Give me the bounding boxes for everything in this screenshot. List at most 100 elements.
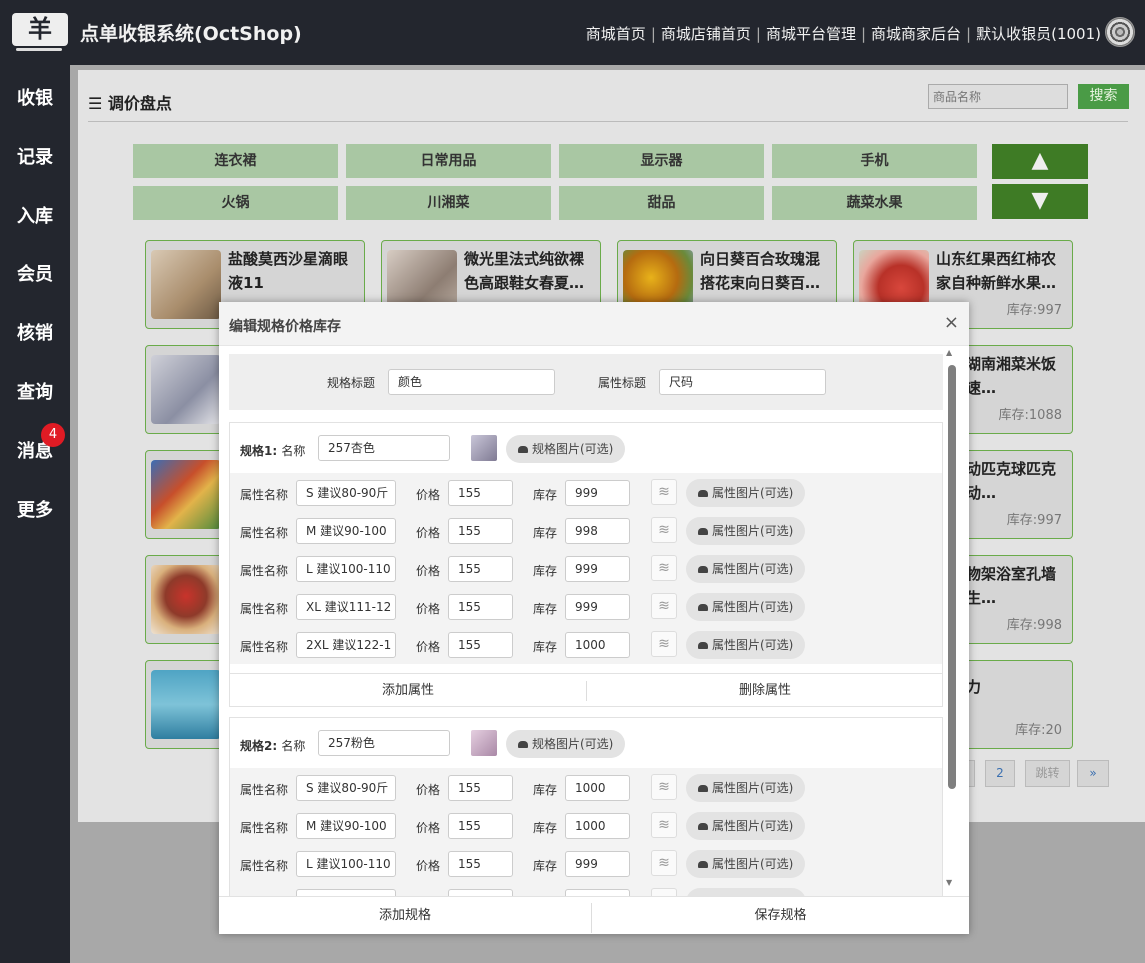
spec-title-input[interactable]: 颜色	[388, 369, 555, 395]
stock-input[interactable]: 999	[565, 594, 630, 620]
top-nav: 商城首页 | 商城店铺首页 | 商城平台管理 | 商城商家后台 | 默认收银员(1001…	[585, 23, 1101, 44]
product-stock: 库存:20	[1015, 723, 1062, 738]
sidebar-item-records[interactable]: 记录	[0, 143, 70, 169]
price-input[interactable]: 155	[448, 518, 513, 544]
sidebar-item-members[interactable]: 会员	[0, 260, 70, 286]
layers-icon[interactable]: ≋	[651, 774, 677, 800]
attr-image-button[interactable]: 属性图片(可选)	[686, 631, 806, 659]
attr-name-input[interactable]: L 建议100-110	[296, 851, 396, 877]
scroll-down-arrow[interactable]: ▼	[946, 878, 952, 887]
spec-1-image-button[interactable]: 规格图片(可选)	[506, 435, 626, 463]
attr-image-button[interactable]: 属性图片(可选)	[686, 517, 806, 545]
category-down-button[interactable]: ▼	[992, 184, 1088, 219]
category-hotpot[interactable]: 火锅	[133, 186, 338, 220]
price-input[interactable]: 155	[448, 813, 513, 839]
layers-icon[interactable]: ≋	[651, 631, 677, 657]
search-button[interactable]: 搜索	[1078, 84, 1129, 109]
price-input[interactable]: 155	[448, 594, 513, 620]
sidebar-item-cashier[interactable]: 收银	[0, 84, 70, 110]
attr-title-input[interactable]: 尺码	[659, 369, 826, 395]
scroll-up-arrow[interactable]: ▲	[946, 348, 952, 357]
avatar[interactable]	[1105, 17, 1135, 47]
category-daily[interactable]: 日常用品	[346, 144, 551, 178]
stock-input[interactable]: 999	[565, 851, 630, 877]
attr-image-button[interactable]: 属性图片(可选)	[686, 812, 806, 840]
stock-input[interactable]: 1000	[565, 632, 630, 658]
attr-image-button[interactable]: 属性图片(可选)	[686, 479, 806, 507]
category-up-button[interactable]: ▲	[992, 144, 1088, 179]
pagination-jump-input[interactable]: 跳转	[1025, 760, 1070, 787]
category-monitor[interactable]: 显示器	[559, 144, 764, 178]
sidebar-item-query[interactable]: 查询	[0, 378, 70, 404]
delete-attr-button[interactable]: 删除属性	[587, 674, 943, 708]
spec-2-image-button[interactable]: 规格图片(可选)	[506, 730, 626, 758]
spec-1-name-input[interactable]: 257杏色	[318, 435, 450, 461]
layers-icon[interactable]	[651, 888, 677, 896]
nav-platform-admin[interactable]: 商城平台管理	[766, 23, 856, 44]
add-spec-button[interactable]: 添加规格	[219, 899, 591, 933]
stock-input[interactable]: 999	[565, 556, 630, 582]
nav-merchant-admin[interactable]: 商城商家后台	[871, 23, 961, 44]
price-input[interactable]: 155	[448, 632, 513, 658]
attr-name-input[interactable]: L 建议100-110	[296, 556, 396, 582]
close-icon[interactable]: ×	[944, 314, 959, 332]
spec-1-image[interactable]	[471, 435, 497, 461]
attr-name-input[interactable]	[296, 889, 396, 896]
product-name: 山东红果西红柿农家自种新鲜水果…	[936, 250, 1057, 292]
product-image	[151, 250, 221, 319]
pagination-page-2[interactable]: 2	[985, 760, 1015, 787]
layers-icon[interactable]: ≋	[651, 812, 677, 838]
stock-input[interactable]: 1000	[565, 813, 630, 839]
price-label: 价格	[416, 526, 441, 540]
stock-input[interactable]: 998	[565, 518, 630, 544]
product-search-input[interactable]	[928, 84, 1068, 109]
layers-icon[interactable]: ≋	[651, 479, 677, 505]
sidebar-item-verify[interactable]: 核销	[0, 319, 70, 345]
price-input[interactable]: 155	[448, 480, 513, 506]
attr-image-button[interactable]: 属性图片(可选)	[686, 555, 806, 583]
category-sichuan[interactable]: 川湘菜	[346, 186, 551, 220]
modal-scrollbar[interactable]	[948, 365, 956, 789]
layers-icon[interactable]: ≋	[651, 850, 677, 876]
price-label: 价格	[416, 602, 441, 616]
price-input[interactable]	[448, 889, 513, 896]
attr-name-input[interactable]: S 建议80-90斤	[296, 775, 396, 801]
attr-image-button[interactable]: 属性图片(可选)	[686, 850, 806, 878]
category-fruit-veg[interactable]: 蔬菜水果	[772, 186, 977, 220]
layers-icon[interactable]: ≋	[651, 555, 677, 581]
stock-input[interactable]: 999	[565, 480, 630, 506]
logo-underline	[16, 48, 62, 51]
category-dress[interactable]: 连衣裙	[133, 144, 338, 178]
category-dessert[interactable]: 甜品	[559, 186, 764, 220]
sidebar-item-more[interactable]: 更多	[0, 496, 70, 522]
nav-mall-home[interactable]: 商城首页	[586, 23, 646, 44]
attr-name-input[interactable]: 2XL 建议122-1	[296, 632, 396, 658]
attr-name-input[interactable]: XL 建议111-12	[296, 594, 396, 620]
message-badge: 4	[41, 423, 65, 447]
logo[interactable]: 羊	[12, 13, 68, 46]
price-input[interactable]: 155	[448, 556, 513, 582]
category-phone[interactable]: 手机	[772, 144, 977, 178]
attr-image-button[interactable]	[686, 888, 806, 896]
price-input[interactable]: 155	[448, 851, 513, 877]
sidebar-item-stock-in[interactable]: 入库	[0, 202, 70, 228]
save-spec-button[interactable]: 保存规格	[592, 899, 969, 933]
attr-image-button[interactable]: 属性图片(可选)	[686, 774, 806, 802]
attr-name-input[interactable]: M 建议90-100	[296, 518, 396, 544]
stock-input[interactable]: 1000	[565, 775, 630, 801]
layers-icon[interactable]: ≋	[651, 517, 677, 543]
nav-cashier-user[interactable]: 默认收银员(1001)	[976, 23, 1101, 44]
spec-2-image[interactable]	[471, 730, 497, 756]
app-title: 点单收银系统(OctShop)	[80, 23, 302, 45]
stock-input[interactable]	[565, 889, 630, 896]
pagination-next[interactable]: »	[1077, 760, 1109, 787]
price-input[interactable]: 155	[448, 775, 513, 801]
layers-icon[interactable]: ≋	[651, 593, 677, 619]
add-attr-button[interactable]: 添加属性	[230, 674, 586, 708]
spec-2-name-input[interactable]: 257粉色	[318, 730, 450, 756]
attr-name-input[interactable]: M 建议90-100	[296, 813, 396, 839]
attr-name-label: 属性名称	[240, 526, 289, 540]
nav-shop-home[interactable]: 商城店铺首页	[661, 23, 751, 44]
attr-image-button[interactable]: 属性图片(可选)	[686, 593, 806, 621]
attr-name-input[interactable]: S 建议80-90斤	[296, 480, 396, 506]
